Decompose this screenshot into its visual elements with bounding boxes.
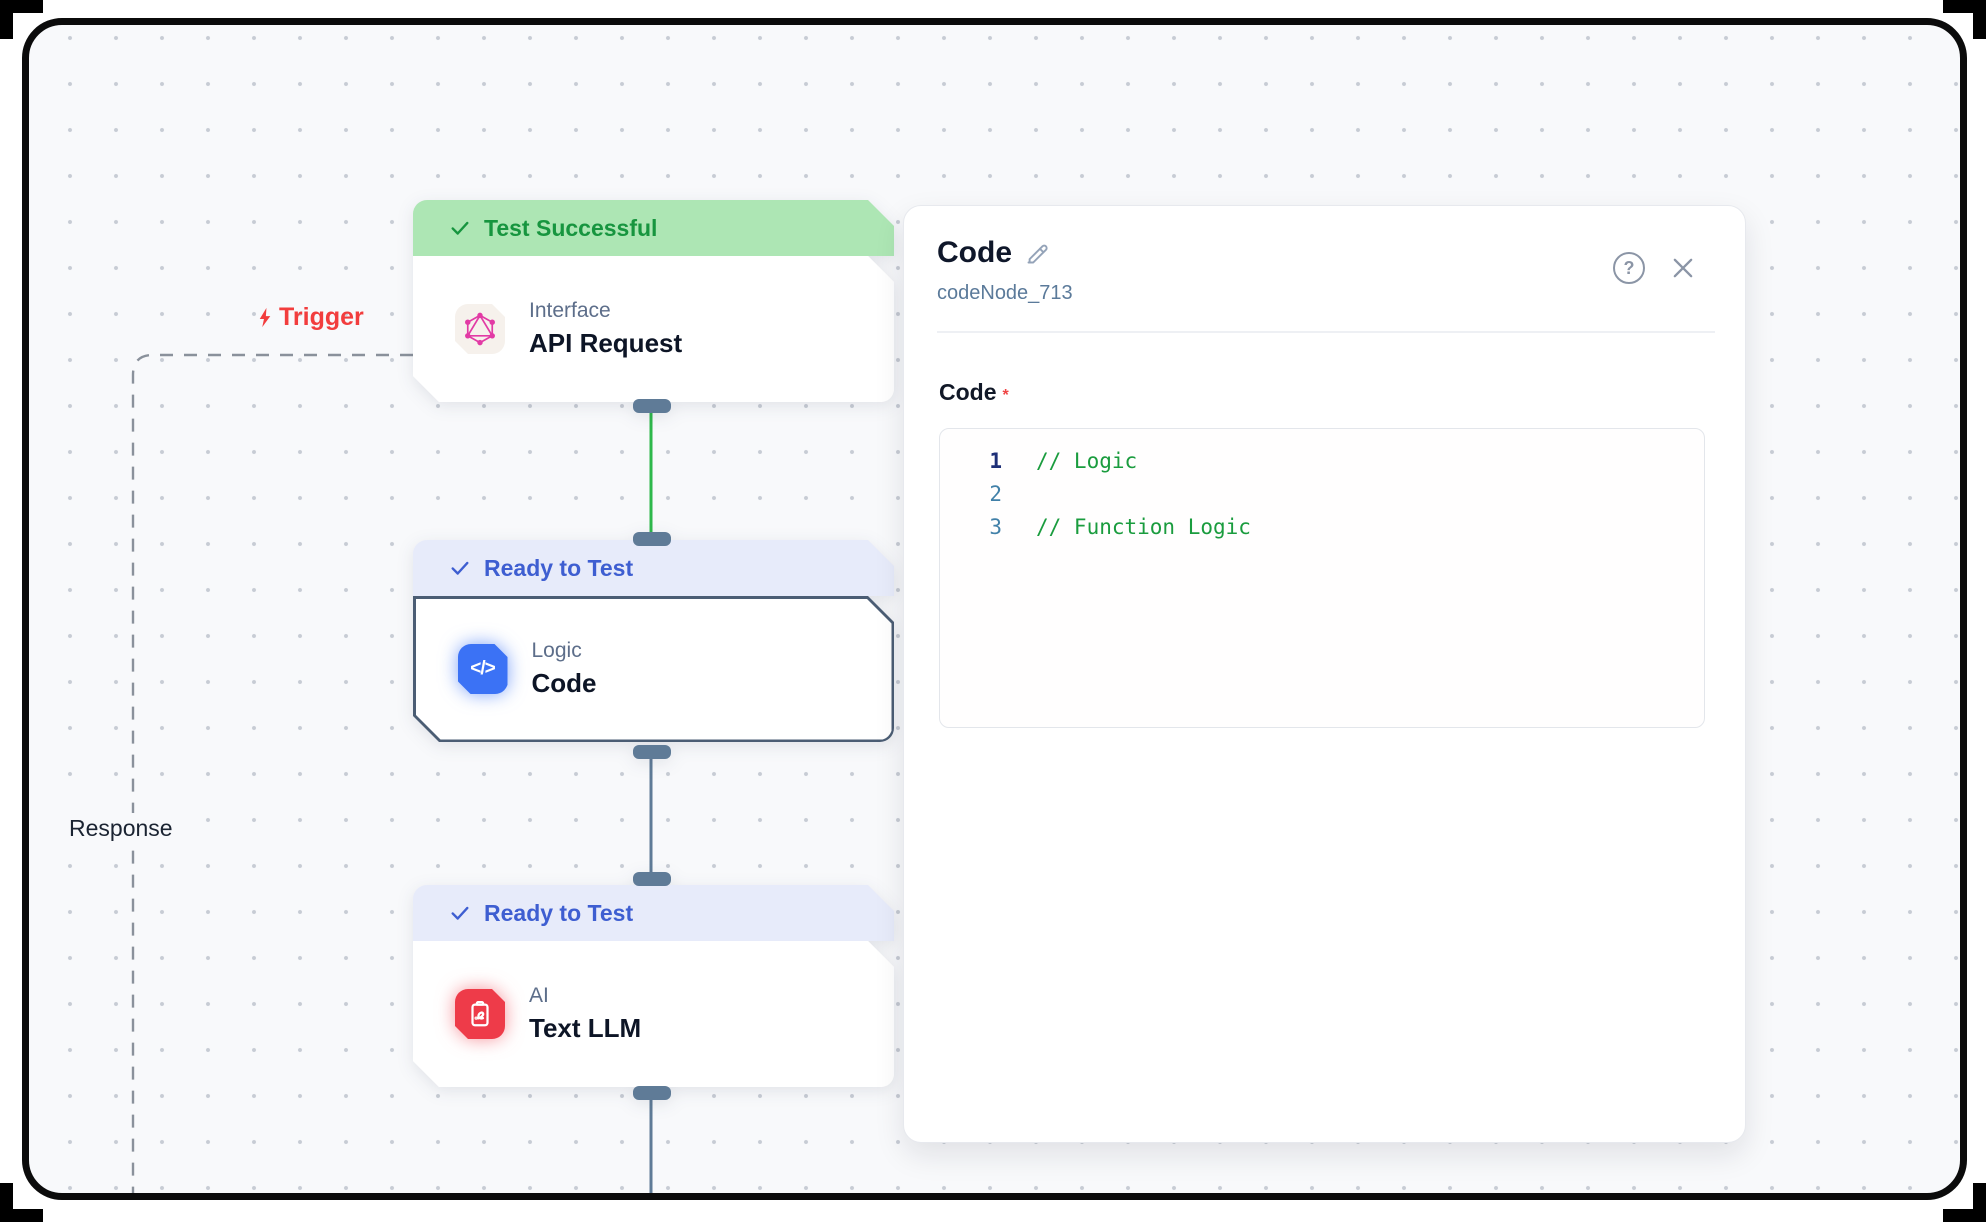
connection-handle-source[interactable] — [633, 399, 671, 413]
help-icon[interactable]: ? — [1613, 252, 1645, 284]
node-card[interactable]: AI Text LLM — [413, 941, 894, 1087]
node-category: AI — [529, 984, 641, 1008]
code-editor[interactable]: 1 // Logic 2 3 // Function Logic — [939, 428, 1705, 728]
code-line: 3 // Function Logic — [940, 511, 1704, 544]
node-text-llm[interactable]: Ready to Test AI Text LLM — [413, 885, 894, 1087]
code-text[interactable]: // Function Logic — [1036, 511, 1251, 544]
code-field-label: Code — [939, 379, 997, 405]
node-category: Logic — [532, 639, 597, 663]
response-label: Response — [63, 813, 179, 844]
line-number: 3 — [940, 511, 1002, 544]
status-banner-ready: Ready to Test — [413, 540, 894, 596]
node-code[interactable]: Ready to Test </> Logic Code — [413, 540, 894, 742]
connection-handle-source[interactable] — [633, 1086, 671, 1100]
status-text: Ready to Test — [484, 555, 633, 582]
edit-pencil-icon[interactable] — [1024, 240, 1051, 267]
workflow-canvas[interactable]: Trigger Response Test Successful — [22, 18, 1967, 1200]
node-card-selected[interactable]: </> Logic Code — [413, 596, 894, 742]
line-number: 2 — [940, 478, 1002, 511]
node-card[interactable]: Interface API Request — [413, 256, 894, 402]
check-icon — [449, 902, 471, 924]
trigger-label: Trigger — [254, 303, 364, 332]
check-icon — [449, 557, 471, 579]
panel-node-id: codeNode_713 — [937, 282, 1709, 305]
node-title: Text LLM — [529, 1013, 641, 1044]
panel-title: Code — [937, 236, 1012, 270]
trigger-text: Trigger — [279, 303, 364, 332]
node-api-request[interactable]: Test Successful — [413, 200, 894, 402]
code-text[interactable]: // Logic — [1036, 445, 1137, 478]
line-number: 1 — [940, 445, 1002, 478]
status-banner-success: Test Successful — [413, 200, 894, 256]
connection-handle-target[interactable] — [633, 532, 671, 546]
graphql-icon — [455, 304, 505, 354]
code-line: 1 // Logic — [940, 445, 1704, 478]
node-title: API Request — [529, 328, 682, 359]
connection-handle-source[interactable] — [633, 745, 671, 759]
node-category: Interface — [529, 299, 682, 323]
code-brackets-icon: </> — [458, 644, 508, 694]
required-marker: * — [1003, 387, 1009, 404]
node-title: Code — [532, 668, 597, 699]
panel-header: Code codeNode_713 ? — [904, 206, 1745, 305]
status-text: Ready to Test — [484, 900, 633, 927]
close-icon[interactable] — [1669, 254, 1697, 282]
lightning-bolt-icon — [254, 306, 277, 329]
code-line: 2 — [940, 478, 1704, 511]
clipboard-pen-icon — [455, 989, 505, 1039]
check-icon — [449, 217, 471, 239]
connection-handle-target[interactable] — [633, 872, 671, 886]
node-config-panel: Code codeNode_713 ? Code * 1 — [903, 205, 1746, 1143]
status-text: Test Successful — [484, 215, 657, 242]
status-banner-ready: Ready to Test — [413, 885, 894, 941]
response-dashed-edge — [133, 355, 413, 1193]
